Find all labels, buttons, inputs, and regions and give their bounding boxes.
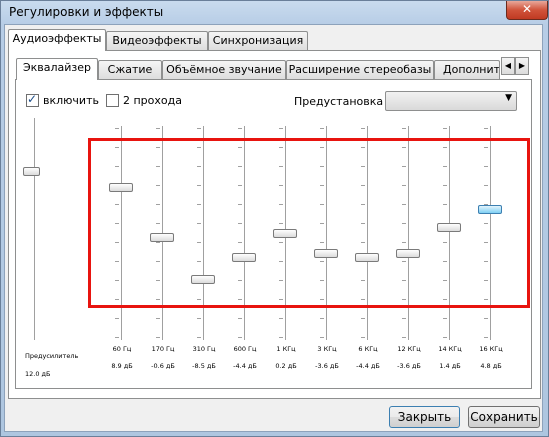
band-tick: [238, 337, 242, 338]
band-tick: [320, 318, 324, 319]
band-tick: [443, 128, 447, 129]
tab-compression[interactable]: Сжатие: [98, 60, 162, 80]
band-frequency-label: 14 КГц: [438, 345, 462, 353]
band-tick: [320, 337, 324, 338]
band-tick: [484, 337, 488, 338]
band-tick: [443, 337, 447, 338]
tab-advanced[interactable]: Дополнительно: [434, 60, 500, 80]
band-value-label: 1.4 дБ: [439, 362, 461, 370]
band-tick: [279, 337, 283, 338]
band-frequency-label: 3 КГц: [317, 345, 337, 353]
tab-stereo-widening[interactable]: Расширение стереобазы: [286, 60, 434, 80]
band-tick: [115, 337, 119, 338]
enable-label: включить: [43, 94, 99, 107]
two-pass-checkbox[interactable]: [106, 94, 119, 107]
chevron-down-icon: ▼: [505, 93, 512, 103]
band-tick: [197, 318, 201, 319]
band-frequency-label: 6 КГц: [358, 345, 378, 353]
band-value-label: 8.9 дБ: [111, 362, 133, 370]
band-tick: [279, 318, 283, 319]
window-close-button[interactable]: ✕: [506, 1, 548, 20]
band-frequency-label: 60 Гц: [112, 345, 132, 353]
preamp-label: Предусилитель: [25, 352, 79, 360]
band-value-label: -3.6 дБ: [397, 362, 421, 370]
tab-video-effects[interactable]: Видеоэффекты: [106, 31, 208, 51]
tabs-scroll-right-icon[interactable]: ▶: [515, 57, 529, 75]
band-frequency-label: 16 КГц: [479, 345, 503, 353]
band-tick: [279, 128, 283, 129]
band-tick: [238, 128, 242, 129]
band-tick: [402, 318, 406, 319]
band-tick: [320, 128, 324, 129]
save-button[interactable]: Сохранить: [468, 406, 540, 428]
band-value-label: -4.4 дБ: [233, 362, 257, 370]
band-frequency-label: 12 КГц: [397, 345, 421, 353]
band-tick: [238, 318, 242, 319]
tab-surround[interactable]: Объёмное звучание: [162, 60, 286, 80]
tab-synchronization[interactable]: Синхронизация: [208, 31, 308, 51]
band-tick: [156, 318, 160, 319]
band-tick: [361, 337, 365, 338]
band-frequency-label: 600 Гц: [233, 345, 257, 353]
band-tick: [402, 128, 406, 129]
band-frequency-label: 1 КГц: [276, 345, 296, 353]
band-tick: [443, 318, 447, 319]
preset-select[interactable]: ▼: [385, 91, 517, 111]
band-value-label: -3.6 дБ: [315, 362, 339, 370]
tabs-scroll-left-icon[interactable]: ◀: [501, 57, 515, 75]
tab-equalizer[interactable]: Эквалайзер: [16, 58, 98, 80]
checkmark-icon: ✓: [27, 92, 38, 106]
preamp-thumb[interactable]: [23, 167, 40, 177]
band-value-label: 4.8 дБ: [480, 362, 502, 370]
title-bar[interactable]: Регулировки и эффекты ✕: [1, 1, 548, 25]
band-tick: [197, 128, 201, 129]
close-button[interactable]: Закрыть: [389, 406, 460, 428]
band-tick: [402, 337, 406, 338]
band-frequency-label: 170 Гц: [151, 345, 175, 353]
preamp-value: 12.0 дБ: [25, 370, 51, 378]
band-tick: [115, 318, 119, 319]
band-value-label: -0.6 дБ: [151, 362, 175, 370]
two-pass-label: 2 прохода: [123, 94, 182, 107]
band-tick: [156, 128, 160, 129]
band-tick: [115, 128, 119, 129]
band-tick: [484, 128, 488, 129]
band-tick: [361, 318, 365, 319]
enable-checkbox[interactable]: ✓: [26, 92, 39, 107]
band-tick: [156, 337, 160, 338]
band-value-label: -8.5 дБ: [192, 362, 216, 370]
preamp-track[interactable]: [34, 118, 36, 340]
band-value-label: -4.4 дБ: [356, 362, 380, 370]
band-tick: [361, 128, 365, 129]
band-tick: [197, 337, 201, 338]
preset-label: Предустановка: [294, 95, 384, 108]
tab-audio-effects[interactable]: Аудиоэффекты: [8, 29, 106, 51]
window-title: Регулировки и эффекты: [9, 5, 164, 19]
band-frequency-label: 310 Гц: [192, 345, 216, 353]
band-value-label: 0.2 дБ: [275, 362, 297, 370]
band-tick: [484, 318, 488, 319]
highlight-box: [88, 138, 530, 308]
